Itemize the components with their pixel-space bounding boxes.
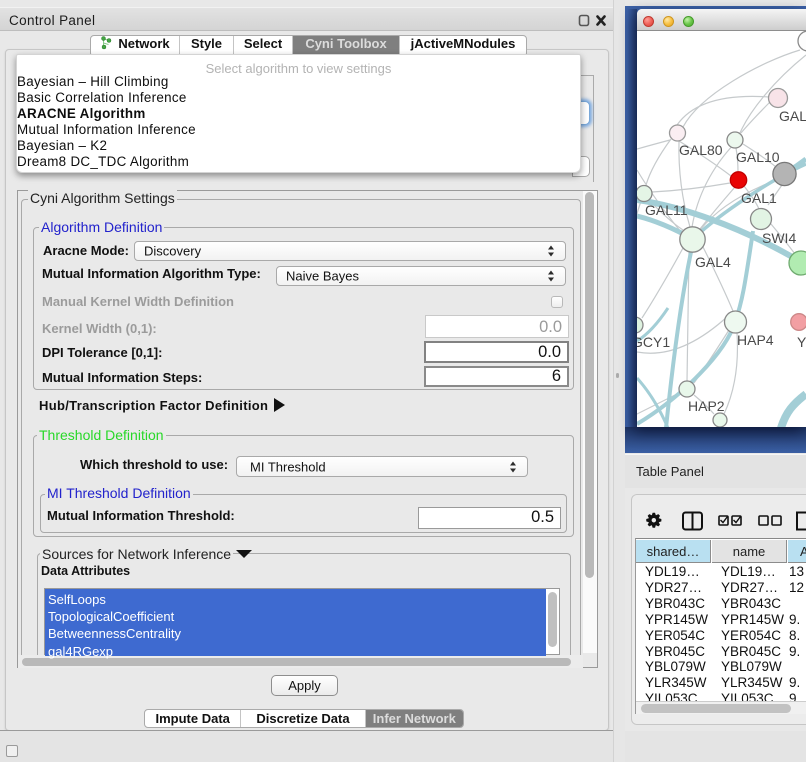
svg-text:HAP2: HAP2	[688, 398, 725, 414]
svg-text:GAL2: GAL2	[779, 108, 806, 124]
svg-text:Y: Y	[797, 334, 806, 350]
svg-text:SWI4: SWI4	[762, 230, 796, 246]
svg-text:GAL11: GAL11	[645, 202, 688, 218]
svg-text:GAL1: GAL1	[741, 190, 777, 206]
svg-text:GAL80: GAL80	[679, 142, 723, 158]
svg-text:GAL4: GAL4	[695, 254, 731, 270]
svg-text:HAP4: HAP4	[737, 332, 774, 348]
svg-text:GCY1: GCY1	[637, 334, 670, 350]
svg-text:GAL10: GAL10	[736, 149, 780, 165]
